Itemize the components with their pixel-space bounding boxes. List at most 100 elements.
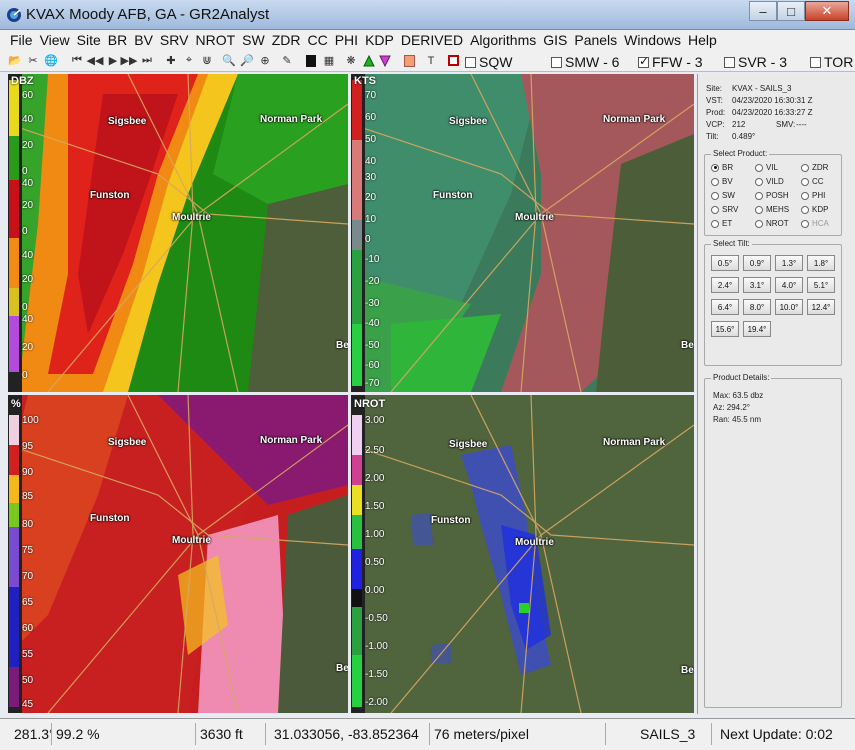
product-nrot[interactable]: NROT [755,219,789,228]
city-be: Be [681,340,694,351]
sqw-box[interactable] [465,56,476,68]
product-details-group: Product Details: Max: 63.5 dbz Az: 294.2… [704,373,842,708]
nrot-scale-7: -0.50 [365,613,388,624]
details-range: Ran: 45.5 nm [713,415,762,424]
ffw-box[interactable] [638,54,649,68]
menu-help[interactable]: Help [688,32,717,48]
menu-gis[interactable]: GIS [543,32,567,48]
product-label: ZDR [812,163,829,172]
tilt-button-6-4[interactable]: 6.4° [711,299,739,315]
svr-box[interactable] [724,56,735,68]
spiral-icon[interactable]: ❋ [344,53,358,68]
menu-windows[interactable]: Windows [624,32,681,48]
status-azimuth: 281.3° [10,723,52,745]
product-br[interactable]: BR [711,163,733,172]
product-vil[interactable]: VIL [755,163,778,172]
menu-br[interactable]: BR [108,32,127,48]
grid-icon[interactable]: ▦ [322,53,336,68]
product-mehs[interactable]: MEHS [755,205,789,214]
product-posh[interactable]: POSH [755,191,789,200]
product-kdp[interactable]: KDP [801,205,828,214]
tilt-button-19-4[interactable]: 19.4° [743,321,771,337]
zoom-out-icon[interactable]: 🔎 [240,53,254,68]
green-triangle-icon[interactable] [362,53,376,68]
toolbar: 📂 ✂ 🌐 ⏮ ◀◀ ▶ ▶▶ ⏭ ✚ ⌖ ⋓ 🔍 🔎 ⊕ ✎ ▦ ❋ T SQ… [0,50,855,72]
product-label: VILD [766,177,784,186]
svr-checkbox[interactable]: SVR - 3 [724,54,787,70]
pan-icon[interactable]: ✚ [164,53,178,68]
cc-panel[interactable]: % 100 95 90 85 80 75 70 65 60 55 50 45 S… [8,395,348,713]
smw-checkbox[interactable]: SMW - 6 [551,54,619,70]
menu-zdr[interactable]: ZDR [272,32,301,48]
maximize-button[interactable]: □ [777,1,805,21]
tor-box[interactable] [810,56,821,68]
tilt-button-1-3[interactable]: 1.3° [775,255,803,271]
product-et[interactable]: ET [711,219,732,228]
menu-kdp[interactable]: KDP [365,32,394,48]
text-icon[interactable]: T [424,53,438,68]
tilt-button-5-1[interactable]: 5.1° [807,277,835,293]
tilt-button-12-4[interactable]: 12.4° [807,299,835,315]
menu-panels[interactable]: Panels [574,32,617,48]
tilt-button-4-0[interactable]: 4.0° [775,277,803,293]
product-zdr[interactable]: ZDR [801,163,828,172]
br-scale-12: 0 [22,370,28,381]
menu-sw[interactable]: SW [242,32,265,48]
tilt-button-0-5[interactable]: 0.5° [711,255,739,271]
tilt-button-2-4[interactable]: 2.4° [711,277,739,293]
velocity-panel[interactable]: KTS 70 60 50 40 30 20 10 0 -10 -20 -30 -… [351,74,694,392]
globe-icon[interactable]: 🌐 [44,53,58,68]
next-frame-icon[interactable]: ▶▶ [121,53,138,68]
prev-frame-icon[interactable]: ◀◀ [87,53,104,68]
menu-derived[interactable]: DERIVED [401,32,463,48]
product-bv[interactable]: BV [711,177,733,186]
menu-file[interactable]: File [10,32,33,48]
crosshair-icon[interactable]: ⌖ [182,53,196,68]
menu-cc[interactable]: CC [307,32,327,48]
ffw-checkbox[interactable]: FFW - 3 [638,54,703,70]
tor-checkbox[interactable]: TOR [810,54,853,70]
reflectivity-panel[interactable]: DBZ 60 40 20 0 40 20 0 40 20 0 40 20 0 S… [8,74,348,392]
minimize-button[interactable]: – [749,1,777,21]
product-srv[interactable]: SRV [711,205,738,214]
smv-label: SMV: [776,120,796,129]
nrot-panel[interactable]: NROT 3.00 2.50 2.00 1.50 1.00 0.50 0.00 … [351,395,694,713]
last-frame-icon[interactable]: ⏭ [140,53,154,68]
black-square-icon[interactable] [304,53,318,68]
tilt-button-3-1[interactable]: 3.1° [743,277,771,293]
probe-icon[interactable]: ⋓ [200,53,214,68]
title-bar: KVAX Moody AFB, GA - GR2Analyst – □ ✕ [0,0,855,30]
menu-phi[interactable]: PHI [335,32,358,48]
close-button[interactable]: ✕ [805,1,849,21]
tilt-button-1-8[interactable]: 1.8° [807,255,835,271]
smw-box[interactable] [551,56,562,68]
tilt-button-8-0[interactable]: 8.0° [743,299,771,315]
play-icon[interactable]: ▶ [106,53,120,68]
magenta-triangle-icon[interactable] [378,53,392,68]
product-sw[interactable]: SW [711,191,735,200]
product-label: SRV [722,205,739,214]
sqw-checkbox[interactable]: SQW [465,54,512,70]
menu-site[interactable]: Site [77,32,101,48]
menu-algorithms[interactable]: Algorithms [470,32,536,48]
tilt-button-10-0[interactable]: 10.0° [775,299,803,315]
zoom-in-icon[interactable]: 🔍 [222,53,236,68]
tilt-button-15-6[interactable]: 15.6° [711,321,739,337]
cut-icon[interactable]: ✂ [26,53,40,68]
menu-view[interactable]: View [40,32,70,48]
zoom-reset-icon[interactable]: ⊕ [258,53,272,68]
product-vild[interactable]: VILD [755,177,784,186]
open-icon[interactable]: 📂 [8,53,22,68]
first-frame-icon[interactable]: ⏮ [70,53,84,68]
smw-label: SMW - 6 [565,54,620,70]
placefile-icon[interactable] [446,53,460,68]
tilt-button-0-9[interactable]: 0.9° [743,255,771,271]
orange-square-icon[interactable] [402,53,416,68]
menu-nrot[interactable]: NROT [195,32,235,48]
product-cc[interactable]: CC [801,177,824,186]
product-phi[interactable]: PHI [801,191,825,200]
menu-bv[interactable]: BV [134,32,153,48]
pen-icon[interactable]: ✎ [280,53,294,68]
menu-srv[interactable]: SRV [160,32,189,48]
product-label: POSH [766,191,789,200]
